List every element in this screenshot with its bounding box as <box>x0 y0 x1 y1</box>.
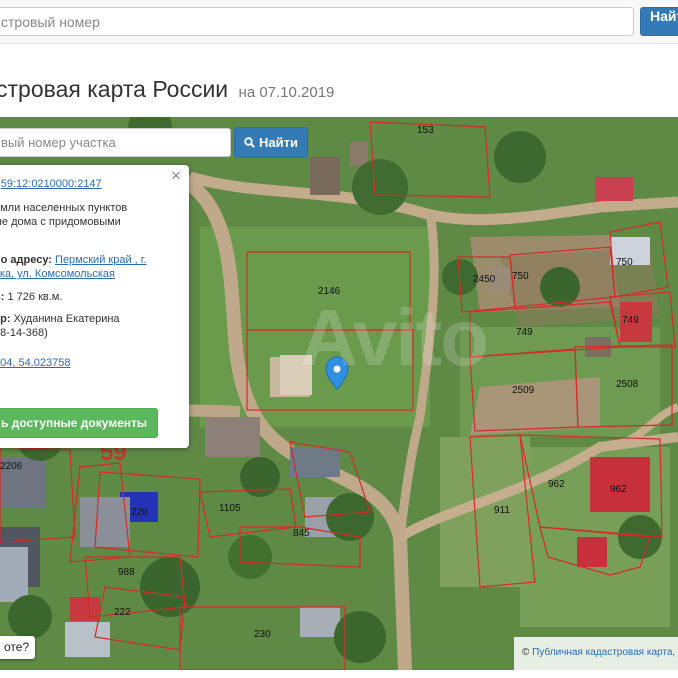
cadastral-search-input[interactable] <box>0 7 634 36</box>
page-title-text: стровая карта России <box>0 76 229 102</box>
parcel-label: 911 <box>494 505 510 516</box>
address-row-2: вка, ул. Комсомольская <box>0 267 115 281</box>
parcel-label: 962 <box>610 484 627 495</box>
get-documents-button[interactable]: ь доступные документы <box>0 408 158 438</box>
owner-row: ер: Худанина Екатерина <box>0 312 120 326</box>
parcel-label: 2206 <box>0 461 23 472</box>
search-icon <box>244 137 255 148</box>
coordinates-link[interactable]: 304, 54.023758 <box>0 357 70 369</box>
parcel-search-button-label: Найти <box>259 135 298 150</box>
page-title-date: на 07.10.2019 <box>238 84 335 101</box>
parcel-label: 2509 <box>512 385 535 396</box>
attribution-link[interactable]: Публичная кадастровая карта, © <box>532 647 678 658</box>
parcel-label: 1105 <box>219 503 241 514</box>
address-label: по адресу: <box>0 254 52 266</box>
parcel-label: 750 <box>616 257 633 268</box>
map-attribution: © Публичная кадастровая карта, © <box>514 637 678 670</box>
land-category: емли населенных пунктов <box>0 202 128 214</box>
parcel-label: 2146 <box>318 286 341 297</box>
owner-label: ер: <box>0 313 11 325</box>
owner-value: Худанина Екатерина <box>13 313 120 325</box>
parcel-search-input[interactable] <box>0 128 231 157</box>
owner-phone: 18-14-368) <box>0 327 48 339</box>
parcel-label: 220 <box>131 507 148 518</box>
area-value: 1 726 кв.м. <box>7 291 63 303</box>
permitted-use: ые дома с придомовыми <box>0 216 121 228</box>
parcel-label: 750 <box>512 271 529 282</box>
area-label: ь: <box>0 291 5 303</box>
parcel-label: 845 <box>293 528 310 539</box>
parcel-search-button[interactable]: Найти <box>234 127 308 158</box>
parcel-label: 749 <box>622 315 639 326</box>
area-row: ь: 1 726 кв.м. <box>0 290 62 304</box>
parcel-info-popup: × : 59:12:0210000:2147 емли населенных п… <box>0 165 189 448</box>
address-link-street[interactable]: вка, ул. Комсомольская <box>0 268 115 280</box>
coordinates-row: 304, 54.023758 <box>0 356 70 370</box>
feedback-prompt[interactable]: оте? <box>0 636 36 659</box>
cadastral-number-link[interactable]: 59:12:0210000:2147 <box>1 178 102 190</box>
top-search-bar: Найти <box>0 0 678 44</box>
parcel-label: 988 <box>118 567 135 578</box>
page-title: стровая карта России на 07.10.2019 <box>0 76 334 103</box>
parcel-label: 749 <box>516 327 533 338</box>
address-row: по адресу: Пермский край , г. <box>0 253 146 267</box>
cadastral-map[interactable]: Avito 153 2146 2450 750 750 749 749 2509… <box>0 117 678 670</box>
parcel-label: 962 <box>548 479 565 490</box>
parcel-label: 230 <box>254 629 271 640</box>
cadastral-number-row: : 59:12:0210000:2147 <box>0 177 102 191</box>
parcel-label: 222 <box>114 607 131 618</box>
close-icon[interactable]: × <box>169 167 183 184</box>
parcel-label: 2450 <box>473 274 496 285</box>
top-search-button[interactable]: Найти <box>640 7 678 36</box>
address-link[interactable]: Пермский край , г. <box>55 254 146 266</box>
parcel-label: 153 <box>417 125 434 136</box>
parcel-label: 2508 <box>616 379 639 390</box>
avito-watermark: Avito <box>300 293 489 382</box>
